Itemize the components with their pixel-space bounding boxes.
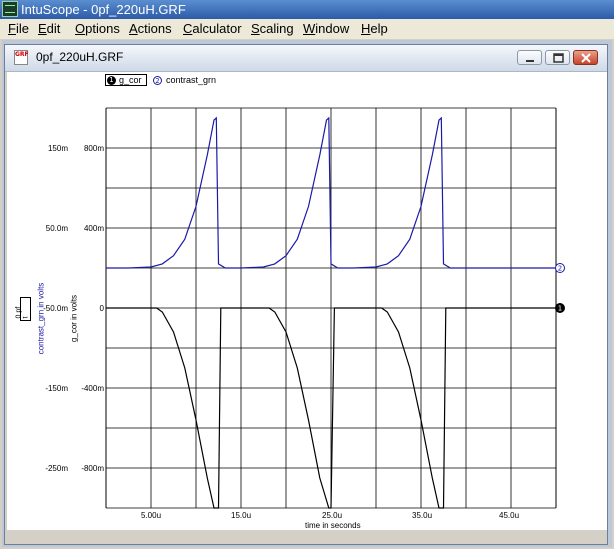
series-end-markers: 21 <box>555 263 565 313</box>
app-window: IntuScope - 0pf_220uH.GRF File Edit Opti… <box>0 0 614 549</box>
plot-svg: 21 <box>105 107 565 509</box>
series-end-marker-contrast-grn-label: 2 <box>558 265 562 273</box>
series-end-marker-g-cor-label: 1 <box>558 305 562 313</box>
